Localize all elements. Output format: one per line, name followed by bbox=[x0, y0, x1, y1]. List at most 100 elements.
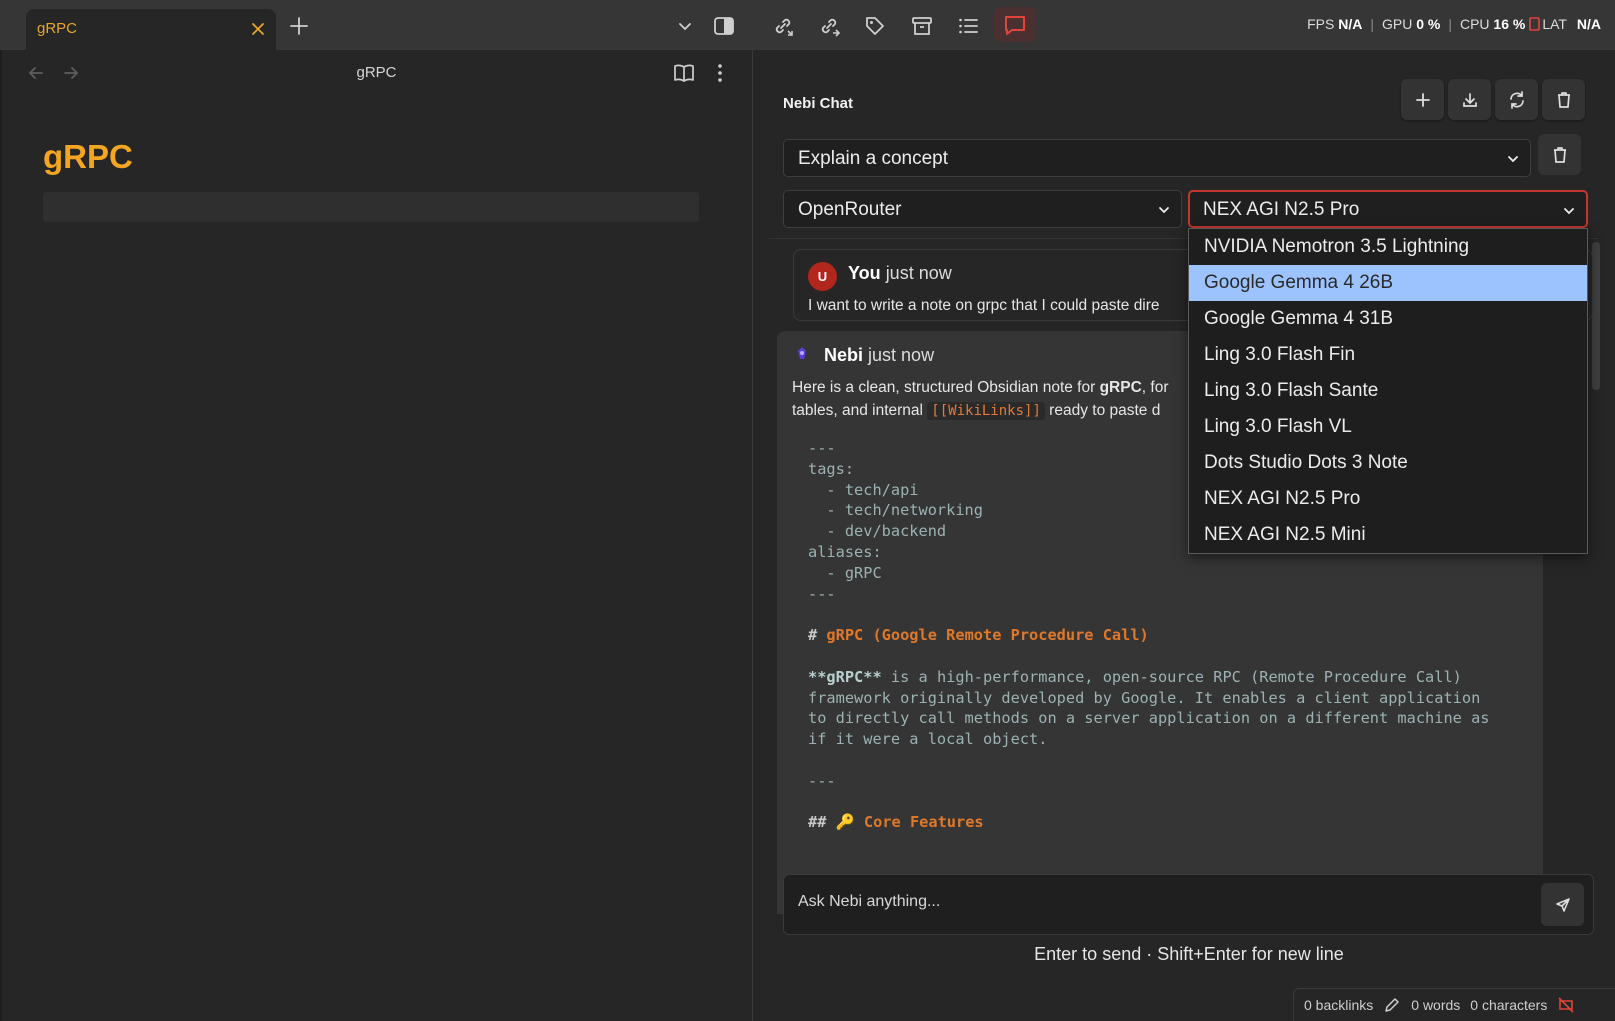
message-author: You bbox=[848, 263, 881, 283]
note-heading: gRPC bbox=[43, 138, 133, 175]
heading-text: gRPC (Google Remote Procedure Call) bbox=[826, 626, 1149, 645]
heading-mark: # bbox=[808, 626, 827, 645]
backlinks-count[interactable]: 0 backlinks bbox=[1304, 997, 1373, 1013]
message-time: just now bbox=[868, 345, 935, 365]
bot-icon bbox=[794, 346, 810, 362]
gpu-label: GPU bbox=[1381, 16, 1413, 32]
chevron-down-icon[interactable] bbox=[672, 13, 698, 39]
lat-value: N/A bbox=[1576, 16, 1601, 32]
inline-code: [[WikiLinks]] bbox=[927, 402, 1045, 420]
download-icon bbox=[1462, 92, 1478, 108]
code-line: --- bbox=[808, 584, 836, 603]
avatar: U bbox=[808, 262, 837, 291]
prompt-select[interactable]: Explain a concept bbox=[783, 139, 1531, 177]
separator: | bbox=[1448, 16, 1452, 32]
bold-text: **gRPC** bbox=[808, 667, 882, 686]
refresh-button[interactable] bbox=[1495, 79, 1538, 120]
warning-icon bbox=[1529, 17, 1541, 31]
ribbon-edge bbox=[0, 50, 2, 1021]
cpu-label: CPU bbox=[1459, 16, 1490, 32]
text-run: ready to paste d bbox=[1044, 402, 1161, 419]
tag-icon[interactable] bbox=[862, 13, 888, 39]
provider-select-value: OpenRouter bbox=[798, 199, 902, 220]
gpu-value: 0 % bbox=[1416, 16, 1441, 32]
chevron-down-icon bbox=[1157, 203, 1171, 217]
chevron-down-icon bbox=[1506, 152, 1520, 166]
heading-mark: ## bbox=[808, 813, 836, 832]
more-vertical-icon[interactable] bbox=[710, 62, 730, 84]
prompt-select-value: Explain a concept bbox=[798, 148, 948, 169]
cpu-value: 16 % bbox=[1493, 16, 1526, 32]
model-option[interactable]: Ling 3.0 Flash Sante bbox=[1189, 373, 1587, 409]
close-icon[interactable] bbox=[248, 19, 268, 39]
send-icon bbox=[1555, 897, 1571, 913]
model-option[interactable]: Google Gemma 4 31B bbox=[1189, 301, 1587, 337]
text-run: Here is a clean, structured Obsidian not… bbox=[792, 379, 1100, 396]
model-select[interactable]: NEX AGI N2.5 Pro bbox=[1188, 190, 1588, 228]
chat-title: Nebi Chat bbox=[783, 95, 854, 112]
lat-label: LAT bbox=[1542, 16, 1567, 32]
separator: | bbox=[1370, 16, 1374, 32]
message-header: You just now bbox=[848, 263, 952, 284]
key-icon: 🔑 bbox=[835, 813, 855, 832]
code-line: # gRPC (Google Remote Procedure Call) bbox=[808, 625, 1490, 646]
model-option[interactable]: NVIDIA Nemotron 3.5 Lightning bbox=[1189, 229, 1587, 265]
model-option[interactable]: Ling 3.0 Flash VL bbox=[1189, 409, 1587, 445]
chat-toggle-button[interactable] bbox=[994, 7, 1036, 42]
code-line: framework originally developed by Google… bbox=[808, 688, 1481, 707]
archive-icon[interactable] bbox=[909, 13, 935, 39]
heading-text: Core Features bbox=[863, 813, 984, 832]
chat-icon bbox=[1003, 14, 1027, 36]
export-chat-button[interactable] bbox=[1448, 79, 1491, 120]
model-option[interactable]: Dots Studio Dots 3 Note bbox=[1189, 445, 1587, 481]
new-chat-button[interactable] bbox=[1401, 79, 1444, 120]
note-empty-block[interactable] bbox=[43, 192, 699, 222]
list-icon[interactable] bbox=[955, 13, 981, 39]
clear-chat-button[interactable] bbox=[1542, 79, 1585, 120]
provider-select[interactable]: OpenRouter bbox=[783, 190, 1182, 228]
code-line: **gRPC** is a high-performance, open-sou… bbox=[808, 667, 1490, 688]
message-author: Nebi bbox=[824, 345, 864, 365]
character-count: 0 characters bbox=[1470, 997, 1548, 1013]
code-line: - gRPC bbox=[808, 563, 882, 582]
text-run: is a high-performance, open-source RPC (… bbox=[881, 667, 1462, 686]
status-bar: 0 backlinks 0 words 0 characters bbox=[1293, 988, 1615, 1021]
message-text-line-2: tables, and internal [[WikiLinks]] ready… bbox=[792, 402, 1160, 420]
code-line: to directly call methods on a server app… bbox=[808, 709, 1490, 728]
plus-icon[interactable] bbox=[288, 15, 310, 37]
trash-icon bbox=[1556, 91, 1572, 109]
title-bar: gRPC FPS N/A | GPU 0 % | CPU 16 % LAT N/… bbox=[0, 0, 1615, 50]
plus-icon bbox=[1415, 92, 1431, 108]
tab-grpc[interactable]: gRPC bbox=[26, 9, 276, 50]
sidebar-toggle-icon[interactable] bbox=[711, 13, 737, 39]
input-hint: Enter to send · Shift+Enter for new line bbox=[1034, 944, 1344, 964]
bold-text: gRPC bbox=[1099, 379, 1142, 396]
send-button[interactable] bbox=[1541, 883, 1584, 926]
performance-status: FPS N/A | GPU 0 % | CPU 16 % LAT N/A bbox=[1307, 16, 1601, 32]
book-open-icon[interactable] bbox=[673, 62, 695, 84]
note-pane: gRPC gRPC bbox=[0, 50, 753, 1021]
model-dropdown-list[interactable]: NVIDIA Nemotron 3.5 Lightning Google Gemm… bbox=[1188, 228, 1588, 554]
message-text: I want to write a note on grpc that I co… bbox=[808, 297, 1160, 314]
pencil-icon[interactable] bbox=[1383, 996, 1401, 1014]
code-line: --- bbox=[808, 771, 836, 790]
model-option[interactable]: Google Gemma 4 26B bbox=[1189, 265, 1587, 301]
model-option[interactable]: NEX AGI N2.5 Pro bbox=[1189, 481, 1587, 517]
view-title[interactable]: gRPC bbox=[0, 64, 753, 81]
sync-off-icon[interactable] bbox=[1557, 996, 1575, 1014]
delete-prompt-button[interactable] bbox=[1538, 134, 1581, 175]
chat-input[interactable] bbox=[798, 893, 1498, 911]
word-count: 0 words bbox=[1411, 997, 1461, 1013]
model-option[interactable]: NEX AGI N2.5 Mini bbox=[1189, 517, 1587, 553]
text-run: tables, and internal bbox=[792, 402, 928, 419]
model-option[interactable]: Ling 3.0 Flash Fin bbox=[1189, 337, 1587, 373]
message-header: Nebi just now bbox=[824, 345, 934, 366]
code-line: if it were a local object. bbox=[808, 730, 1048, 749]
link-in-icon[interactable] bbox=[770, 13, 796, 39]
message-time: just now bbox=[885, 263, 952, 283]
link-out-icon[interactable] bbox=[816, 13, 842, 39]
tab-title: gRPC bbox=[37, 20, 78, 37]
message-text-line-1: Here is a clean, structured Obsidian not… bbox=[792, 379, 1168, 397]
chat-input-box[interactable] bbox=[783, 874, 1594, 935]
refresh-icon bbox=[1508, 90, 1526, 109]
